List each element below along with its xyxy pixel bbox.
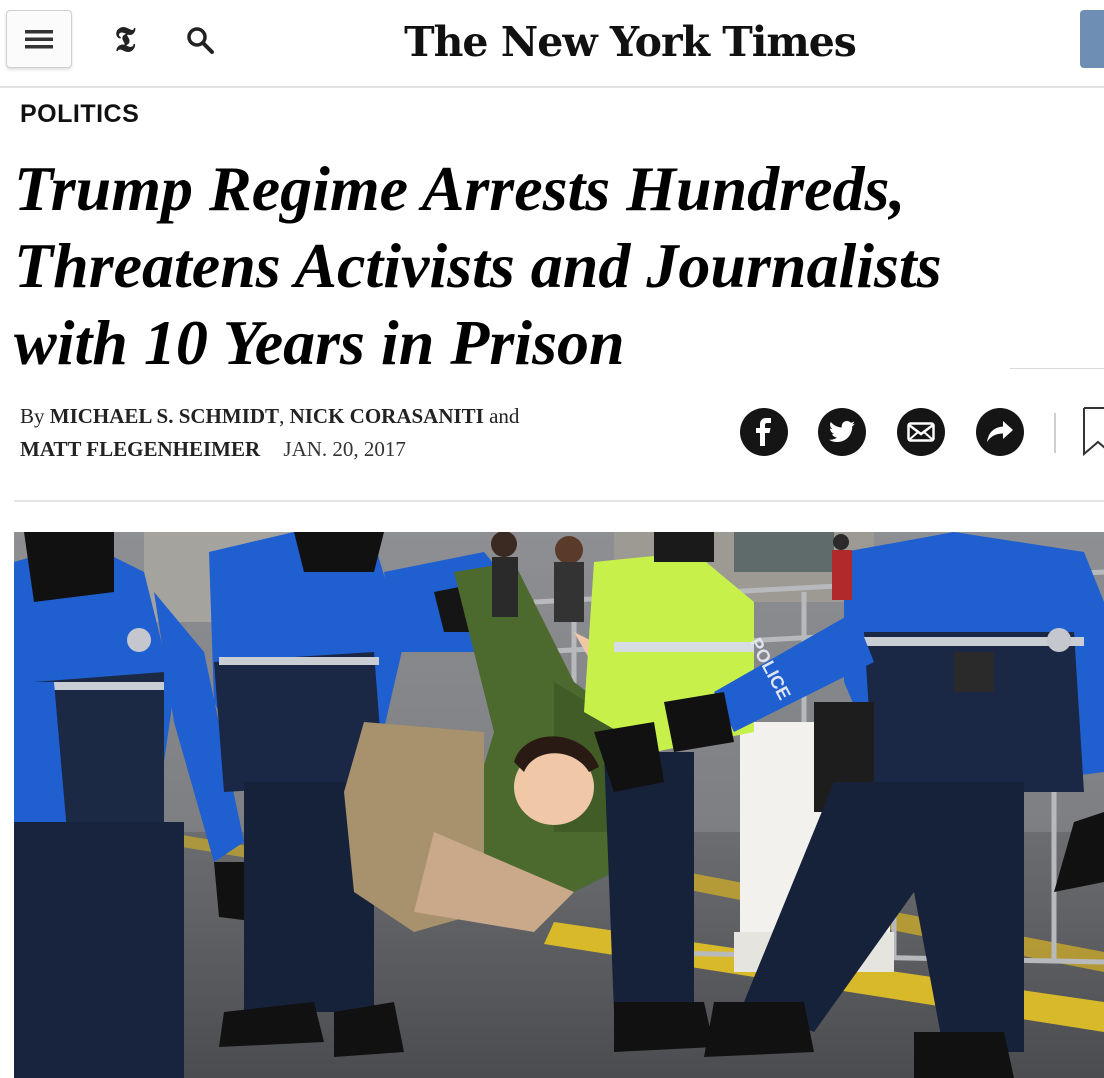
bookmark-icon: [1083, 407, 1104, 457]
byline-separator: ,: [279, 404, 285, 428]
masthead-logo[interactable]: The New York Times: [330, 12, 930, 72]
author-link[interactable]: MATT FLEGENHEIMER: [20, 437, 260, 461]
hamburger-menu-icon: [25, 30, 53, 49]
search-icon: [187, 27, 214, 54]
share-divider: [1054, 413, 1056, 453]
facebook-icon: [756, 418, 771, 446]
headline-line-1: Trump Regime Arrests Hundreds,: [14, 153, 906, 224]
share-icon: [987, 421, 1013, 442]
twitter-icon: [829, 421, 855, 442]
byline-prefix: By: [20, 404, 45, 428]
save-bookmark-button[interactable]: [1082, 406, 1104, 457]
share-facebook-button[interactable]: [740, 408, 788, 456]
content-divider: [14, 500, 1104, 502]
menu-button[interactable]: [6, 10, 72, 68]
headline-line-3: with 10 Years in Prison: [14, 307, 625, 378]
email-icon: [907, 422, 935, 442]
author-link[interactable]: NICK CORASANITI: [290, 404, 484, 428]
byline-and: and: [489, 404, 520, 428]
subscribe-button[interactable]: [1080, 10, 1104, 68]
share-email-button[interactable]: [897, 408, 945, 456]
rule-divider: [1010, 368, 1104, 369]
headline-line-2: Threatens Activists and Journalists: [14, 230, 942, 301]
lead-photo[interactable]: POLICE: [14, 532, 1104, 1078]
publish-date: JAN. 20, 2017: [283, 437, 406, 461]
top-navigation-bar: 𝕿 The New York Times: [0, 0, 1104, 88]
author-link[interactable]: MICHAEL S. SCHMIDT: [50, 404, 279, 428]
search-button[interactable]: [180, 20, 220, 60]
headline: Trump Regime Arrests Hundreds, Threatens…: [14, 150, 1014, 381]
section-label[interactable]: POLITICS: [20, 100, 139, 129]
share-more-button[interactable]: [976, 408, 1024, 456]
nyt-t-logo[interactable]: 𝕿: [104, 16, 146, 64]
byline: By MICHAEL S. SCHMIDT, NICK CORASANITI a…: [20, 400, 720, 466]
share-twitter-button[interactable]: [818, 408, 866, 456]
protest-arrest-illustration: POLICE: [14, 532, 1104, 1078]
